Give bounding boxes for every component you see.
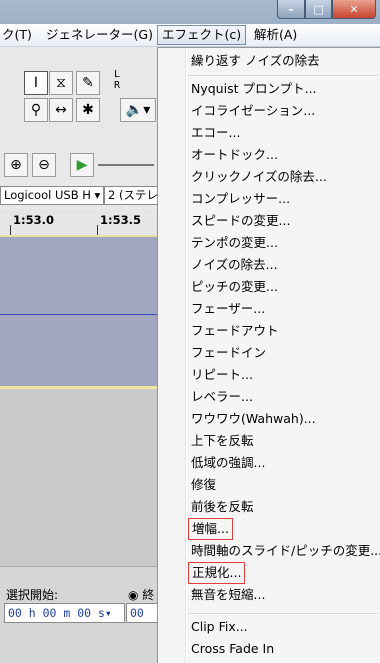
audio-track-empty[interactable]: [0, 386, 160, 569]
selection-start-time[interactable]: 00 h 00 m 00 s▾: [4, 603, 125, 623]
timeline-ruler[interactable]: 1:53.0 1:53.5: [0, 209, 160, 236]
playback-speed-slider[interactable]: [98, 164, 154, 166]
menu-item-noise-removal[interactable]: ノイズの除去...: [191, 255, 278, 275]
menu-item-repeat-noise-removal[interactable]: 繰り返す ノイズの除去: [191, 51, 320, 71]
menu-item-change-tempo[interactable]: テンポの変更...: [191, 233, 278, 253]
meter-l-label: L: [114, 69, 121, 80]
menu-effect[interactable]: エフェクト(c): [157, 25, 247, 45]
menu-transport[interactable]: ク(T): [0, 26, 36, 44]
ruler-tick-label: 1:53.0: [13, 213, 54, 227]
window-controls: – □ ✕: [277, 0, 376, 20]
selection-toolbar: 選択開始: ◉ 終 00 h 00 m 00 s▾ 00: [0, 566, 165, 663]
menu-separator: [188, 613, 378, 615]
channels-select[interactable]: 2 (ステレオ: [104, 186, 165, 205]
zoom-out-icon[interactable]: ⊖: [32, 153, 56, 177]
menu-item-compressor[interactable]: コンプレッサー...: [191, 189, 290, 209]
menu-item-fade-in[interactable]: フェードイン: [191, 343, 266, 363]
menu-item-sliding-time-scale[interactable]: 時間軸のスライド/ピッチの変更...: [191, 541, 380, 561]
menu-item-invert[interactable]: 上下を反転: [191, 431, 254, 451]
meter-r-label: R: [114, 80, 121, 91]
selection-tool-icon[interactable]: I: [24, 71, 48, 95]
speaker-volume-icon[interactable]: 🔈▾: [120, 98, 156, 122]
menu-item-clip-fix[interactable]: Clip Fix...: [191, 617, 248, 637]
menu-bar: ク(T) ジェネレーター(G) エフェクト(c) 解析(A): [0, 24, 380, 47]
selection-end-label: 終: [142, 588, 155, 602]
audio-track-waveform[interactable]: [0, 235, 160, 387]
menu-item-cross-fade-in[interactable]: Cross Fade In: [191, 639, 274, 659]
menu-item-echo[interactable]: エコー...: [191, 123, 240, 143]
envelope-tool-icon[interactable]: ⧖: [49, 71, 73, 95]
effect-menu: 繰り返す ノイズの除去 Nyquist プロンプト... イコライゼーション..…: [157, 47, 380, 663]
menu-item-normalize[interactable]: 正規化...: [187, 562, 246, 584]
menu-item-reverse[interactable]: 前後を反転: [191, 497, 254, 517]
close-button[interactable]: ✕: [332, 0, 376, 19]
menu-generator[interactable]: ジェネレーター(G): [42, 26, 157, 44]
timeshift-tool-icon[interactable]: ↔: [49, 98, 73, 122]
maximize-button[interactable]: □: [305, 0, 332, 19]
ruler-tick: [97, 225, 98, 235]
menu-item-truncate-silence[interactable]: 無音を短縮...: [191, 585, 265, 605]
zoom-in-icon[interactable]: ⊕: [4, 153, 28, 177]
menu-item-click-removal[interactable]: クリックノイズの除去...: [191, 167, 327, 187]
input-device-select[interactable]: Logicool USB H ▾: [0, 186, 104, 205]
play-icon[interactable]: ▶: [70, 153, 94, 177]
menu-gutter-highlight: [186, 48, 187, 663]
multi-tool-icon[interactable]: ✱: [76, 98, 100, 122]
zoom-tool-icon[interactable]: ⚲: [24, 98, 48, 122]
menu-separator: [188, 75, 378, 77]
menu-item-nyquist-prompt[interactable]: Nyquist プロンプト...: [191, 79, 317, 99]
menu-item-fade-out[interactable]: フェードアウト: [191, 321, 279, 341]
selection-end-radio[interactable]: ◉ 終: [128, 586, 154, 603]
title-bar: – □ ✕: [0, 0, 380, 24]
menu-item-equalization[interactable]: イコライゼーション...: [191, 101, 315, 121]
waveform-line: [0, 314, 160, 315]
menu-item-wahwah[interactable]: ワウワウ(Wahwah)...: [191, 409, 316, 429]
menu-item-change-pitch[interactable]: ピッチの変更...: [191, 277, 278, 297]
ruler-tick: [10, 225, 11, 235]
ruler-tick-label: 1:53.5: [100, 213, 141, 227]
minimize-button[interactable]: –: [277, 0, 305, 19]
menu-item-autoduck[interactable]: オートドック...: [191, 145, 278, 165]
meter-labels: L R: [114, 69, 120, 91]
menu-item-repair[interactable]: 修復: [191, 475, 216, 495]
draw-tool-icon[interactable]: ✎: [76, 71, 100, 95]
menu-analyze[interactable]: 解析(A): [250, 26, 301, 44]
menu-item-bass-boost[interactable]: 低域の強調...: [191, 453, 265, 473]
selection-start-label: 選択開始:: [6, 588, 59, 602]
menu-item-repeat[interactable]: リピート...: [191, 365, 253, 385]
menu-item-change-speed[interactable]: スピードの変更...: [191, 211, 290, 231]
menu-item-phaser[interactable]: フェーザー...: [191, 299, 265, 319]
menu-item-leveller[interactable]: レベラー...: [191, 387, 253, 407]
menu-item-amplify[interactable]: 増幅...: [188, 518, 233, 540]
